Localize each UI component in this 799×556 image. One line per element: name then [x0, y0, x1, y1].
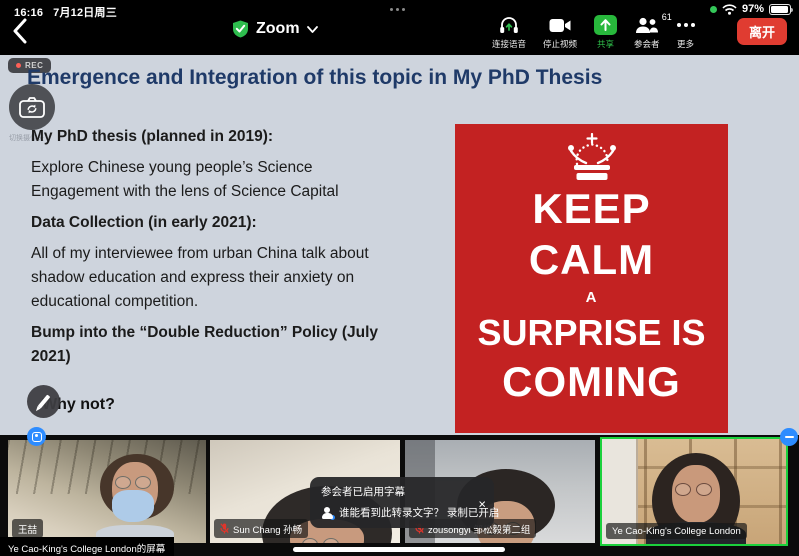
battery-icon	[769, 4, 791, 15]
security-shield-icon	[232, 20, 249, 38]
crown-icon	[560, 133, 624, 183]
toolbar: 连接语音 停止视频 共享	[492, 15, 695, 50]
participant-video-yecao-active-speaker[interactable]: Ye Cao-King's College London	[600, 437, 788, 546]
wifi-icon	[722, 4, 737, 15]
participant-video-wangzhe[interactable]: 王喆	[8, 440, 206, 543]
slide-paragraph: All of my interviewee from urban China t…	[31, 242, 431, 314]
poster-line: SURPRISE IS	[477, 310, 705, 356]
flip-camera-icon	[19, 97, 45, 118]
toast-line2: 谁能看到此转录文字？ 录制已开启	[339, 505, 499, 520]
participant-count-badge: 61	[662, 12, 672, 22]
slide-paragraph: Explore Chinese young people’s Science E…	[31, 156, 431, 204]
slide-paragraph: Bump into the “Double Reduction” Policy …	[31, 321, 431, 369]
more-dots-icon	[677, 15, 695, 35]
thumbnail-pin-button[interactable]	[27, 427, 46, 446]
slide-paragraph: My PhD thesis (planned in 2019):	[31, 125, 431, 149]
date: 7月12日周三	[53, 7, 117, 19]
rec-dot-icon	[16, 63, 21, 68]
poster-line: COMING	[502, 356, 681, 407]
battery-percent: 97%	[742, 3, 764, 15]
screen-share-source-banner: Ye Cao-King's College London的屏幕	[0, 537, 174, 556]
home-indicator[interactable]	[293, 547, 505, 552]
toast-close-button[interactable]: ×	[478, 496, 486, 511]
share-screen-icon	[594, 15, 617, 35]
pencil-icon	[37, 394, 50, 408]
poster-line: A	[586, 285, 598, 310]
keep-calm-poster: KEEP CALM A SURPRISE IS COMING	[455, 124, 728, 433]
connect-audio-button[interactable]: 连接语音	[492, 15, 526, 50]
share-button[interactable]: 共享	[594, 15, 617, 50]
poster-line: CALM	[529, 234, 654, 285]
leave-meeting-button[interactable]: 离开	[737, 18, 787, 45]
video-camera-icon	[549, 15, 571, 35]
muted-mic-icon	[220, 523, 229, 534]
meeting-info-dropdown[interactable]: Zoom	[232, 20, 318, 38]
back-button[interactable]	[12, 18, 32, 44]
caption-toast: 参会者已启用字幕 谁能看到此转录文字？ 录制已开启 ×	[310, 477, 494, 528]
chevron-down-icon	[307, 26, 318, 33]
slide-title: Emergence and Integration of this topic …	[27, 66, 602, 90]
poster-line: KEEP	[532, 183, 650, 234]
person-in-square-icon	[32, 432, 42, 442]
shared-screen-slide: REC 切换摄像头 Emergence and Integration of t…	[0, 55, 799, 435]
switch-camera-button[interactable]	[9, 84, 55, 130]
slide-body: My PhD thesis (planned in 2019): Explore…	[31, 125, 431, 376]
minimize-strip-button[interactable]	[780, 428, 798, 446]
participant-name-label: Sun Chang 孙畅	[214, 519, 308, 538]
zoom-meeting-screen: 16:167月12日周三 97% Zoom	[0, 0, 799, 556]
toast-line1: 参会者已启用字幕	[321, 484, 472, 499]
multitask-dots-icon	[390, 8, 405, 11]
minus-icon	[785, 436, 794, 438]
meeting-title: Zoom	[256, 20, 300, 38]
transcript-person-icon	[321, 507, 333, 519]
slide-paragraph: Data Collection (in early 2021):	[31, 211, 431, 235]
participants-button[interactable]: 61 参会者	[634, 15, 660, 50]
participant-name-label: 王喆	[12, 519, 43, 538]
annotate-button[interactable]	[27, 385, 60, 418]
headset-icon	[499, 15, 519, 35]
stop-video-button[interactable]: 停止视频	[543, 15, 577, 50]
status-bar-right: 97%	[710, 3, 791, 15]
recording-indicator-dot	[710, 6, 717, 13]
more-button[interactable]: 更多	[677, 15, 695, 50]
participants-icon: 61	[635, 17, 659, 34]
participant-name-label: Ye Cao-King's College London	[606, 523, 747, 539]
